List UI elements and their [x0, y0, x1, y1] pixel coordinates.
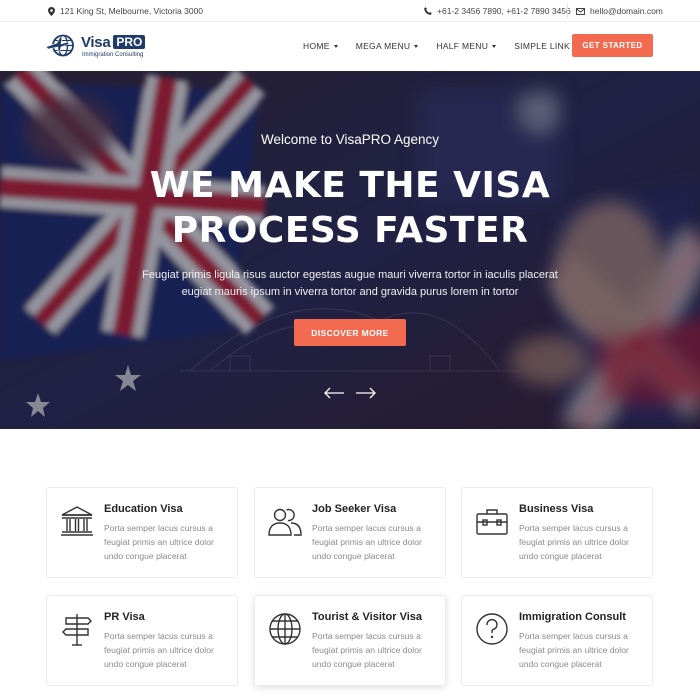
service-title: Tourist & Visitor Visa [312, 611, 423, 623]
main-nav: HOME MEGA MENU HALF MENU SIMPLE LINK [303, 41, 588, 51]
service-description: Porta semper lacus cursus a feugiat prim… [519, 523, 629, 561]
service-title: Education Visa [104, 503, 183, 515]
globe-icon [269, 613, 301, 645]
chevron-down-icon [414, 44, 419, 48]
service-title: PR Visa [104, 611, 145, 623]
hero-section: Welcome to VisaPRO Agency WE MAKE THE VI… [0, 71, 700, 429]
service-card-pr-visa[interactable]: PR Visa Porta semper lacus cursus a feug… [46, 595, 238, 686]
email-link[interactable]: hello@domain.com [590, 6, 663, 16]
users-icon [268, 508, 302, 536]
service-description: Porta semper lacus cursus a feugiat prim… [312, 523, 422, 561]
discover-more-button[interactable]: DISCOVER MORE [294, 319, 406, 346]
service-card-business-visa[interactable]: Business Visa Porta semper lacus cursus … [461, 487, 653, 578]
slider-next-arrow-icon[interactable] [355, 385, 377, 401]
get-started-button[interactable]: GET STARTED [572, 34, 653, 57]
chevron-down-icon [333, 44, 338, 48]
service-card-job-seeker-visa[interactable]: Job Seeker Visa Porta semper lacus cursu… [254, 487, 446, 578]
logo-wordmark: Visa PRO Immigration Consulting [81, 33, 146, 58]
briefcase-icon [476, 509, 508, 535]
bank-building-icon [61, 506, 93, 536]
question-circle-icon [476, 613, 508, 645]
service-description: Porta semper lacus cursus a feugiat prim… [312, 631, 422, 669]
divider [567, 4, 568, 18]
hero-subtitle-line: eugiat mauris ipsum in viverra tortor an… [181, 286, 519, 298]
phone-numbers[interactable]: +61-2 3456 7890, +61-2 7890 3456 [437, 6, 571, 16]
site-logo[interactable]: Visa PRO Immigration Consulting [46, 33, 146, 58]
service-title: Job Seeker Visa [312, 503, 397, 515]
service-description: Porta semper lacus cursus a feugiat prim… [104, 631, 214, 669]
service-description: Porta semper lacus cursus a feugiat prim… [104, 523, 214, 561]
location-pin-icon [48, 6, 55, 16]
hero-title-line: PROCESS FASTER [171, 210, 529, 251]
nav-item-home[interactable]: HOME [303, 41, 338, 51]
chevron-down-icon [492, 44, 497, 48]
globe-plane-logo-icon [46, 34, 74, 57]
main-header: Visa PRO Immigration Consulting HOME MEG… [0, 22, 700, 71]
hero-subtitle: Feugiat primis ligula risus auctor egest… [0, 267, 700, 301]
nav-label: MEGA MENU [355, 41, 411, 51]
top-info-bar: 121 King St, Melbourne, Victoria 3000 +6… [0, 0, 700, 22]
nav-label: HOME [303, 41, 330, 51]
email-block: hello@domain.com [576, 6, 663, 16]
phone-icon [424, 7, 432, 15]
logo-tagline: Immigration Consulting [82, 51, 144, 58]
hero-title-line: WE MAKE THE VISA [149, 165, 551, 206]
phone-block: +61-2 3456 7890, +61-2 7890 3456 [424, 6, 571, 16]
hero-eyebrow: Welcome to VisaPRO Agency [260, 132, 440, 147]
service-card-education-visa[interactable]: Education Visa Porta semper lacus cursus… [46, 487, 238, 578]
service-card-immigration-consult[interactable]: Immigration Consult Porta semper lacus c… [461, 595, 653, 686]
signpost-icon [62, 614, 92, 646]
service-description: Porta semper lacus cursus a feugiat prim… [519, 631, 629, 669]
address-text: 121 King St, Melbourne, Victoria 3000 [60, 6, 204, 16]
mail-icon [576, 7, 585, 15]
address-block: 121 King St, Melbourne, Victoria 3000 [48, 6, 203, 16]
logo-text: Visa [81, 33, 111, 51]
hero-subtitle-line: Feugiat primis ligula risus auctor egest… [142, 269, 558, 281]
nav-label: HALF MENU [436, 41, 489, 51]
nav-item-half-menu[interactable]: HALF MENU [436, 41, 497, 51]
nav-item-mega-menu[interactable]: MEGA MENU [356, 41, 419, 51]
nav-label: SIMPLE LINK [514, 41, 570, 51]
service-title: Immigration Consult [519, 611, 626, 623]
nav-item-simple-link[interactable]: SIMPLE LINK [514, 41, 570, 51]
logo-badge: PRO [113, 35, 146, 49]
slider-prev-arrow-icon[interactable] [323, 385, 345, 401]
hero-title: WE MAKE THE VISA PROCESS FASTER [0, 163, 700, 253]
service-card-tourist-visitor-visa[interactable]: Tourist & Visitor Visa Porta semper lacu… [254, 595, 446, 686]
service-title: Business Visa [519, 503, 594, 515]
